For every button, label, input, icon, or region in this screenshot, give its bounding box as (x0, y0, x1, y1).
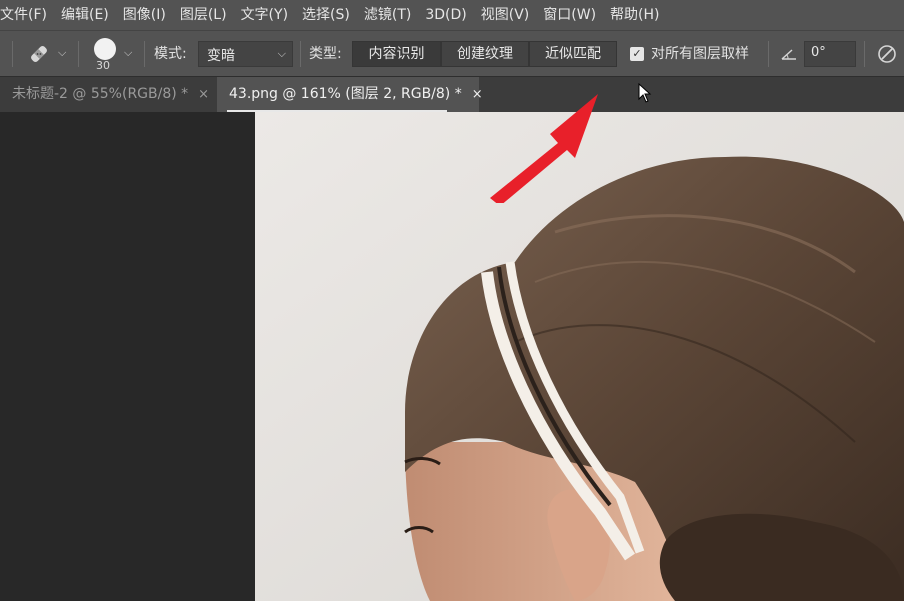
type-create-texture-button[interactable]: 创建纹理 (441, 41, 529, 67)
menu-file[interactable]: 文件(F) (0, 0, 54, 30)
sample-all-layers-label: 对所有图层取样 (651, 46, 749, 62)
tool-preset-chevron-down-icon[interactable]: ⌵ (58, 46, 66, 60)
menu-bar: 文件(F) 编辑(E) 图像(I) 图层(L) 文字(Y) 选择(S) 滤镜(T… (0, 0, 904, 30)
brush-picker-chevron-down-icon[interactable]: ⌵ (124, 46, 132, 60)
tab-label: 43.png @ 161% (图层 2, RGB/8) * (229, 86, 462, 102)
divider (12, 41, 13, 67)
menu-filter[interactable]: 滤镜(T) (357, 0, 418, 30)
menu-view[interactable]: 视图(V) (474, 0, 537, 30)
document-tab-bar: 未标题-2 @ 55%(RGB/8) * × 43.png @ 161% (图层 … (0, 76, 904, 112)
mode-label: 模式: (154, 46, 187, 62)
menu-type[interactable]: 文字(Y) (234, 0, 295, 30)
divider (144, 41, 145, 67)
divider (768, 41, 769, 67)
tab-untitled-2[interactable]: 未标题-2 @ 55%(RGB/8) * × (0, 77, 216, 112)
sample-all-layers-checkbox[interactable]: ✓ (630, 47, 644, 61)
angle-input[interactable]: 0° (804, 41, 856, 67)
angle-icon (780, 46, 798, 62)
close-icon[interactable]: × (198, 87, 209, 102)
brush-circle-icon[interactable] (94, 38, 116, 60)
spot-healing-brush-icon[interactable] (26, 41, 52, 67)
mode-select[interactable]: 变暗 ⌵ (198, 41, 293, 67)
menu-layer[interactable]: 图层(L) (173, 0, 234, 30)
menu-help[interactable]: 帮助(H) (603, 0, 666, 30)
type-proximity-match-button[interactable]: 近似匹配 (529, 41, 617, 67)
brush-size-value: 30 (96, 59, 110, 72)
type-content-aware-button[interactable]: 内容识别 (352, 41, 441, 67)
mouse-pointer-icon (638, 82, 652, 103)
tool-options-bar: ⌵ 30 ⌵ 模式: 变暗 ⌵ 类型: 内容识别 创建纹理 近似匹配 ✓ 对所有… (0, 30, 904, 76)
divider (300, 41, 301, 67)
menu-image[interactable]: 图像(I) (116, 0, 173, 30)
chevron-down-icon: ⌵ (277, 47, 286, 60)
divider (78, 41, 79, 67)
tab-label: 未标题-2 @ 55%(RGB/8) * (12, 86, 189, 102)
tab-43-png[interactable]: 43.png @ 161% (图层 2, RGB/8) * × (217, 77, 483, 112)
divider (864, 41, 865, 67)
menu-3d[interactable]: 3D(D) (418, 0, 473, 30)
pressure-icon[interactable] (876, 43, 898, 65)
menu-edit[interactable]: 编辑(E) (54, 0, 116, 30)
type-label: 类型: (309, 46, 342, 62)
mode-select-value: 变暗 (207, 48, 235, 64)
menu-window[interactable]: 窗口(W) (536, 0, 603, 30)
menu-select[interactable]: 选择(S) (295, 0, 357, 30)
annotation-arrow (480, 88, 610, 206)
